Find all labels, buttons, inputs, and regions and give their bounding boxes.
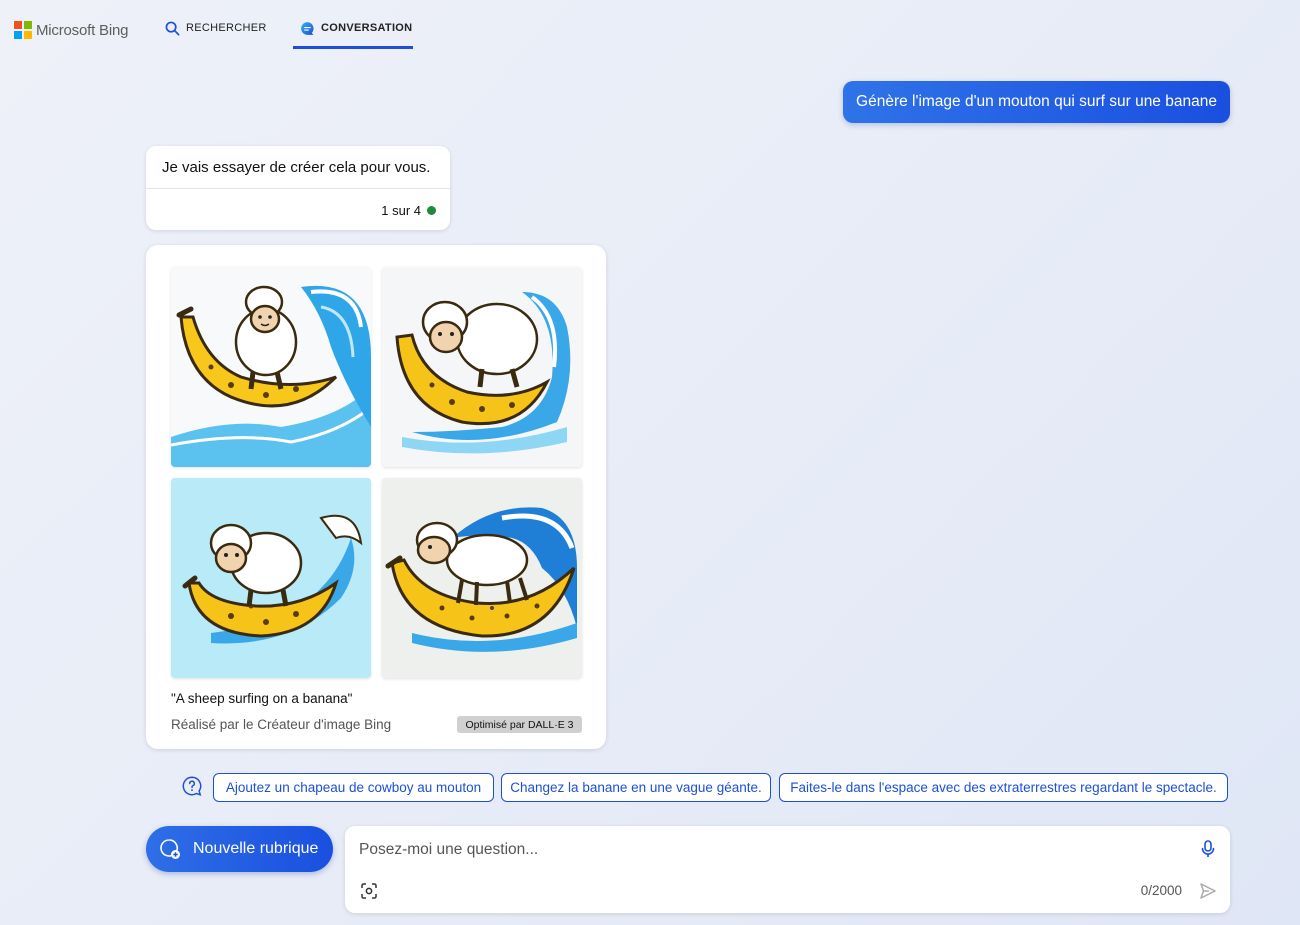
tab-search[interactable]: RECHERCHER	[165, 21, 267, 50]
bing-logo[interactable]: Microsoft Bing	[14, 21, 128, 39]
question-bubble-icon[interactable]	[181, 775, 203, 797]
user-message-bubble: Génère l'image d'un mouton qui surf sur …	[843, 81, 1230, 123]
divider	[146, 188, 450, 189]
turn-counter: 1 sur 4	[381, 203, 436, 218]
tab-conversation-label: CONVERSATION	[321, 22, 413, 34]
chat-input-box: 0/2000	[345, 826, 1230, 913]
image-result-card: "A sheep surfing on a banana" Réalisé pa…	[146, 245, 606, 749]
suggestion-chip-1[interactable]: Ajoutez un chapeau de cowboy au mouton	[213, 773, 494, 802]
status-dot-icon	[427, 206, 436, 215]
image-credit: Réalisé par le Créateur d'image Bing	[171, 717, 392, 732]
logo-text: Microsoft Bing	[36, 21, 129, 39]
tab-conversation[interactable]: CONVERSATION	[293, 22, 413, 49]
chat-input[interactable]	[359, 838, 1179, 862]
search-icon	[165, 21, 180, 36]
bot-message-bubble: Je vais essayer de créer cela pour vous.…	[146, 146, 450, 230]
chat-bubble-icon	[301, 22, 314, 35]
new-topic-label: Nouvelle rubrique	[193, 840, 319, 857]
generated-image-4[interactable]	[382, 478, 582, 678]
generated-image-2[interactable]	[382, 267, 582, 467]
dalle-badge: Optimisé par DALL·E 3	[457, 716, 582, 733]
image-caption: "A sheep surfing on a banana"	[171, 691, 353, 706]
tab-search-label: RECHERCHER	[186, 22, 267, 34]
top-bar: Microsoft Bing RECHERCHER CONVERSATION	[0, 0, 1300, 52]
turn-counter-text: 1 sur 4	[381, 203, 421, 218]
suggestion-chip-2[interactable]: Changez la banane en une vague géante.	[501, 773, 771, 802]
new-chat-icon	[160, 839, 180, 859]
bot-message-text: Je vais essayer de créer cela pour vous.	[162, 159, 431, 176]
send-icon[interactable]	[1198, 881, 1218, 901]
microsoft-logo-icon	[14, 21, 32, 39]
suggestion-chip-3[interactable]: Faites-le dans l'espace avec des extrate…	[779, 773, 1228, 802]
new-topic-button[interactable]: Nouvelle rubrique	[146, 826, 333, 872]
generated-image-3[interactable]	[171, 478, 371, 678]
visual-search-icon[interactable]	[360, 882, 378, 900]
microphone-icon[interactable]	[1198, 839, 1218, 859]
user-message-text: Génère l'image d'un mouton qui surf sur …	[856, 93, 1217, 110]
char-count: 0/2000	[1140, 883, 1182, 898]
generated-image-1[interactable]	[171, 267, 371, 467]
